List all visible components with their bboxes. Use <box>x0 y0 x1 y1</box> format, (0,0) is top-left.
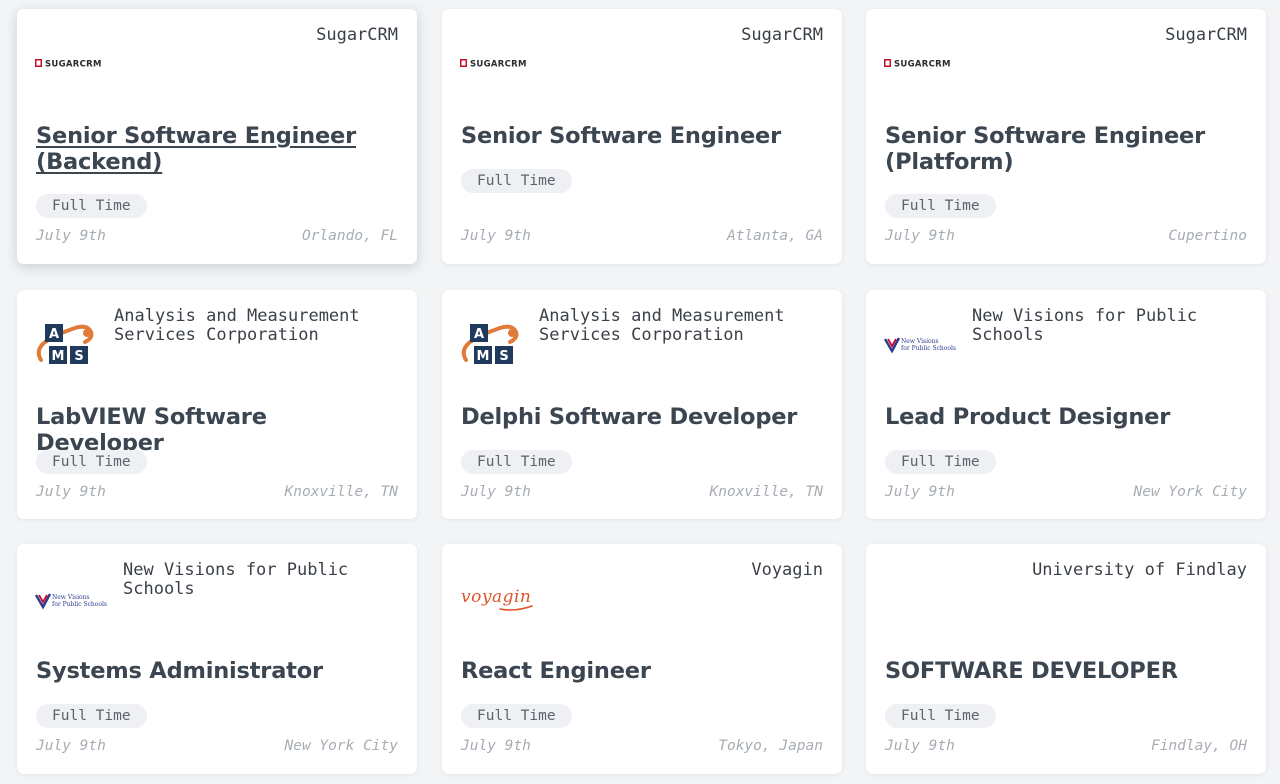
svg-text:M: M <box>477 349 490 364</box>
sugarcrm-logo: SUGARCRM <box>35 59 102 70</box>
job-location: Findlay, OH <box>1150 738 1247 754</box>
svg-text:A: A <box>474 327 484 342</box>
svg-text:for Public Schools: for Public Schools <box>52 601 107 608</box>
job-type-tag: Full Time <box>461 450 572 474</box>
company-name: Analysis and Measurement Services Corpor… <box>539 306 785 345</box>
company-name: New Visions for Public Schools <box>972 306 1198 345</box>
svg-text:SUGARCRM: SUGARCRM <box>45 60 102 70</box>
posted-date: July 9th <box>36 484 106 500</box>
svg-text:New Visions: New Visions <box>52 594 90 601</box>
svg-text:for Public Schools: for Public Schools <box>901 345 956 352</box>
ams-logo: A M S <box>36 324 94 364</box>
posted-date: July 9th <box>885 738 955 754</box>
posted-date: July 9th <box>461 738 531 754</box>
job-location: New York City <box>284 738 399 754</box>
company-name: SugarCRM <box>316 25 398 45</box>
company-name: SugarCRM <box>741 25 823 45</box>
job-title-link[interactable]: React Engineer <box>461 658 824 684</box>
new-visions-logo: New Visions for Public Schools <box>35 593 107 610</box>
job-listings-grid: SugarCRM SUGARCRM Senior Software Engine… <box>0 0 1280 784</box>
svg-text:S: S <box>499 349 508 364</box>
new-visions-logo: New Visions for Public Schools <box>884 337 956 354</box>
posted-date: July 9th <box>36 228 106 244</box>
company-name: New Visions for Public Schools <box>123 560 349 599</box>
posted-date: July 9th <box>885 484 955 500</box>
job-location: Knoxville, TN <box>284 484 399 500</box>
company-name: Analysis and Measurement Services Corpor… <box>114 306 360 345</box>
posted-date: July 9th <box>461 228 531 244</box>
job-location: New York City <box>1133 484 1248 500</box>
job-title-link[interactable]: Systems Administrator <box>36 658 399 684</box>
job-type-tag: Full Time <box>36 450 147 474</box>
sugarcrm-logo: SUGARCRM <box>460 59 527 70</box>
job-card[interactable]: SugarCRM SUGARCRM Senior Software Engine… <box>17 9 417 264</box>
job-location: Atlanta, GA <box>726 228 823 244</box>
posted-date: July 9th <box>885 228 955 244</box>
job-card[interactable]: SugarCRM SUGARCRM Senior Software Engine… <box>442 9 842 264</box>
job-location: Knoxville, TN <box>709 484 824 500</box>
job-card[interactable]: University of Findlay SOFTWARE DEVELOPER… <box>866 544 1266 774</box>
job-location: Orlando, FL <box>301 228 398 244</box>
job-type-tag: Full Time <box>461 169 572 193</box>
job-card[interactable]: Analysis and Measurement Services Corpor… <box>442 290 842 519</box>
job-title-link[interactable]: Senior Software Engineer (Backend) <box>36 123 399 175</box>
svg-text:SUGARCRM: SUGARCRM <box>894 60 951 70</box>
company-name: Voyagin <box>751 560 823 580</box>
ams-logo: A M S <box>461 324 519 364</box>
job-title-link[interactable]: Senior Software Engineer (Platform) <box>885 123 1248 175</box>
svg-text:voyagin: voyagin <box>461 587 531 607</box>
voyagin-logo: voyagin <box>461 587 533 611</box>
job-card[interactable]: Analysis and Measurement Services Corpor… <box>17 290 417 519</box>
job-title-link[interactable]: Lead Product Designer <box>885 404 1248 430</box>
svg-text:New Visions: New Visions <box>901 338 939 345</box>
company-name: University of Findlay <box>1032 560 1247 580</box>
job-type-tag: Full Time <box>885 194 996 218</box>
company-name: SugarCRM <box>1165 25 1247 45</box>
job-type-tag: Full Time <box>885 704 996 728</box>
posted-date: July 9th <box>36 738 106 754</box>
svg-text:S: S <box>74 349 83 364</box>
job-card[interactable]: Voyagin voyagin React Engineer Full Time… <box>442 544 842 774</box>
job-card[interactable]: SugarCRM SUGARCRM Senior Software Engine… <box>866 9 1266 264</box>
job-type-tag: Full Time <box>885 450 996 474</box>
sugarcrm-logo: SUGARCRM <box>884 59 951 70</box>
job-title-link[interactable]: LabVIEW Software Developer <box>36 404 399 456</box>
job-title-link[interactable]: SOFTWARE DEVELOPER <box>885 658 1248 684</box>
svg-text:M: M <box>52 349 65 364</box>
job-type-tag: Full Time <box>36 194 147 218</box>
job-type-tag: Full Time <box>36 704 147 728</box>
svg-text:A: A <box>49 327 59 342</box>
job-card[interactable]: New Visions for Public Schools New Visio… <box>17 544 417 774</box>
svg-text:SUGARCRM: SUGARCRM <box>470 60 527 70</box>
job-location: Tokyo, Japan <box>718 738 823 754</box>
job-location: Cupertino <box>1168 228 1247 244</box>
job-title-link[interactable]: Senior Software Engineer <box>461 123 824 149</box>
job-title-link[interactable]: Delphi Software Developer <box>461 404 824 430</box>
job-type-tag: Full Time <box>461 704 572 728</box>
job-card[interactable]: New Visions for Public Schools New Visio… <box>866 290 1266 519</box>
posted-date: July 9th <box>461 484 531 500</box>
